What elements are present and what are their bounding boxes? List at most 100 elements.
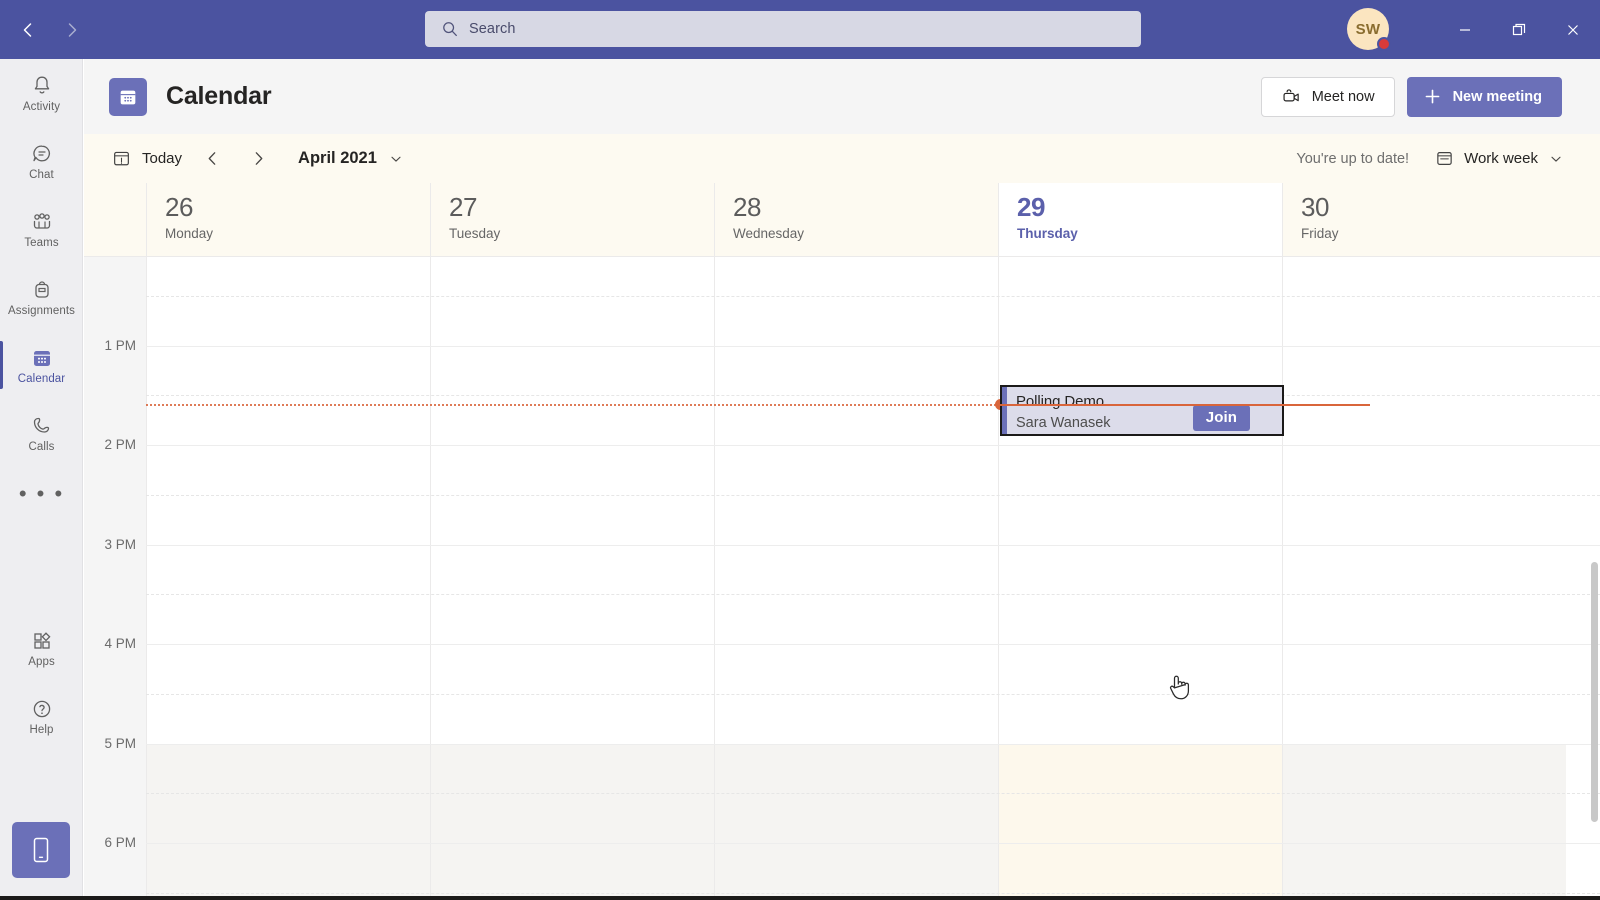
day-header-friday[interactable]: 30 Friday — [1282, 183, 1566, 256]
sidebar-item-chat[interactable]: Chat — [0, 127, 83, 195]
time-label: 4 PM — [104, 636, 136, 651]
search-placeholder-text: Search — [469, 21, 516, 37]
day-name: Tuesday — [449, 225, 501, 241]
sidebar-item-calls[interactable]: Calls — [0, 399, 83, 467]
sidebar-item-label: Chat — [29, 168, 54, 181]
day-header-row: 26 Monday 27 Tuesday 28 Wednesday 29 Thu… — [84, 183, 1600, 257]
day-number: 29 — [1017, 192, 1045, 222]
sidebar-item-label: Calendar — [17, 372, 66, 385]
calendar-app-icon — [109, 77, 147, 116]
calendar-toolbar: Today April 2021 You're up to date! Work… — [84, 134, 1600, 183]
off-hours-region — [147, 744, 430, 900]
calendar-grid-inner: 1 PM 2 PM 3 PM 4 PM 5 PM 6 PM Polling De… — [84, 257, 1600, 900]
minimize-button[interactable] — [1438, 0, 1492, 59]
half-hour-line — [146, 594, 1600, 595]
time-label: 1 PM — [104, 338, 136, 353]
calendar-grid: 1 PM 2 PM 3 PM 4 PM 5 PM 6 PM Polling De… — [84, 257, 1600, 900]
half-hour-line — [146, 694, 1600, 695]
month-picker[interactable]: April 2021 — [298, 149, 404, 168]
off-hours-region — [999, 744, 1282, 900]
vertical-scrollbar-track[interactable] — [1590, 257, 1600, 900]
mobile-app-button[interactable] — [12, 822, 70, 878]
chevron-left-icon — [208, 152, 215, 165]
sidebar-item-label: Calls — [28, 440, 55, 453]
maximize-button[interactable] — [1492, 0, 1546, 59]
avatar[interactable]: SW — [1347, 8, 1391, 52]
view-picker[interactable]: Work week — [1435, 149, 1564, 168]
half-hour-line — [146, 495, 1600, 496]
off-hours-region — [431, 744, 714, 900]
vertical-scrollbar-thumb[interactable] — [1591, 562, 1598, 822]
off-hours-region — [715, 744, 998, 900]
previous-week-button[interactable] — [196, 143, 228, 175]
meet-now-label: Meet now — [1311, 88, 1375, 105]
calendar-event-polling-demo[interactable]: Polling Demo Sara Wanasek Join — [1000, 385, 1284, 436]
sidebar-item-label: Activity — [22, 100, 61, 113]
sidebar-item-label: Apps — [28, 655, 55, 668]
off-hours-region — [1283, 744, 1566, 900]
day-column-tuesday[interactable] — [430, 257, 714, 900]
restore-icon — [1512, 23, 1526, 35]
nav-arrows — [10, 12, 90, 48]
calendar-icon — [120, 90, 136, 104]
presence-status-icon — [1377, 37, 1391, 51]
today-button[interactable]: Today — [112, 149, 182, 168]
day-columns — [146, 257, 1600, 900]
half-hour-line — [146, 893, 1600, 894]
day-number: 28 — [733, 192, 761, 222]
sidebar-item-label: Assignments — [8, 304, 75, 317]
day-header-wednesday[interactable]: 28 Wednesday — [714, 183, 998, 256]
sidebar-item-calendar[interactable]: Calendar — [0, 331, 83, 399]
title-bar: Search SW — [0, 0, 1600, 59]
sidebar-item-help[interactable]: Help — [0, 682, 83, 750]
window-controls — [1438, 0, 1600, 59]
video-camera-icon — [1283, 89, 1299, 102]
close-icon — [1568, 24, 1578, 35]
sidebar-item-apps[interactable]: Apps — [0, 614, 83, 682]
sidebar-item-teams[interactable]: Teams — [0, 195, 83, 263]
half-hour-line — [146, 793, 1600, 794]
day-header-thursday[interactable]: 29 Thursday — [998, 183, 1282, 256]
phone-icon — [33, 417, 49, 433]
hour-line — [146, 843, 1600, 844]
event-accent-bar — [1002, 387, 1007, 434]
more-apps-button[interactable]: • • • — [0, 467, 83, 521]
sidebar-item-activity[interactable]: Activity — [0, 59, 83, 127]
current-time-line-overlay — [1000, 404, 1370, 406]
half-hour-line — [146, 395, 1600, 396]
sidebar-item-assignments[interactable]: Assignments — [0, 263, 83, 331]
close-button[interactable] — [1546, 0, 1600, 59]
month-label: April 2021 — [298, 149, 377, 167]
day-column-thursday[interactable] — [998, 257, 1282, 900]
chevron-down-icon — [391, 156, 401, 162]
search-input[interactable]: Search — [425, 11, 1141, 47]
today-label: Today — [142, 150, 183, 167]
chevron-right-icon — [255, 152, 262, 165]
chat-icon — [32, 145, 50, 161]
meet-now-button[interactable]: Meet now — [1260, 76, 1395, 117]
app-rail: Activity Chat Teams Assignments Calendar… — [0, 59, 83, 900]
day-number: 30 — [1301, 192, 1329, 222]
hour-line — [146, 346, 1600, 347]
next-week-button[interactable] — [242, 143, 274, 175]
help-icon — [33, 700, 50, 717]
day-header-tuesday[interactable]: 27 Tuesday — [430, 183, 714, 256]
day-column-friday[interactable] — [1282, 257, 1566, 900]
back-button[interactable] — [10, 12, 46, 48]
hour-line — [146, 545, 1600, 546]
forward-button[interactable] — [54, 12, 90, 48]
apps-icon — [33, 631, 51, 649]
backpack-icon — [34, 280, 49, 298]
header-actions: Meet now New meeting — [1260, 76, 1562, 117]
time-label: 3 PM — [104, 537, 136, 552]
new-meeting-button[interactable]: New meeting — [1406, 76, 1562, 117]
rail-spacer — [0, 521, 82, 614]
time-gutter: 1 PM 2 PM 3 PM 4 PM 5 PM 6 PM — [84, 257, 146, 900]
time-label: 2 PM — [104, 437, 136, 452]
sidebar-item-label: Help — [29, 723, 54, 736]
day-column-monday[interactable] — [146, 257, 430, 900]
day-column-wednesday[interactable] — [714, 257, 998, 900]
join-button[interactable]: Join — [1192, 405, 1250, 431]
teams-icon — [33, 212, 50, 229]
day-header-monday[interactable]: 26 Monday — [146, 183, 430, 256]
